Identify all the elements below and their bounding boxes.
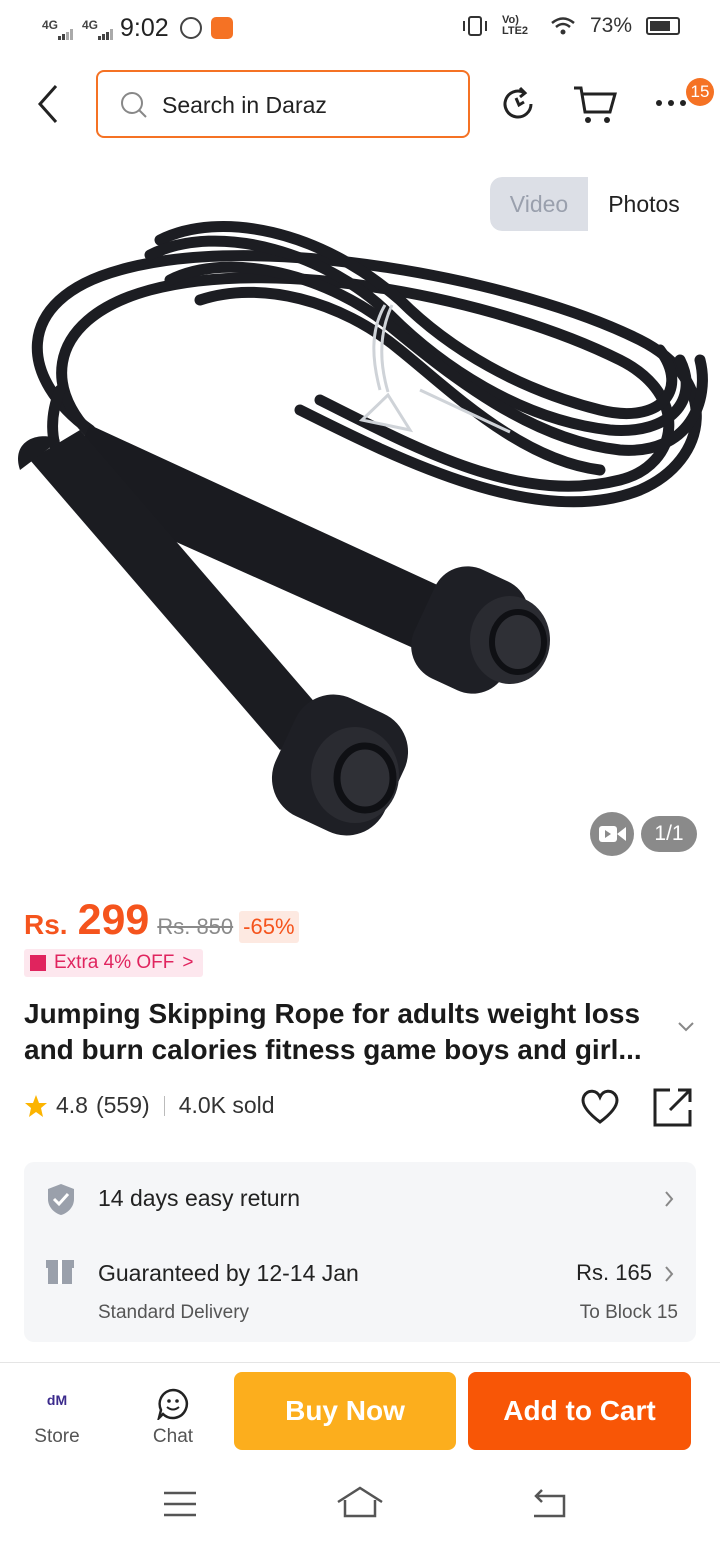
share-icon[interactable] xyxy=(652,1086,694,1128)
shield-check-icon xyxy=(48,1184,74,1215)
back-button[interactable] xyxy=(28,82,68,126)
delivery-type: Standard Delivery xyxy=(98,1302,250,1323)
whatsapp-icon xyxy=(180,17,202,39)
tab-photos[interactable]: Photos xyxy=(588,177,700,231)
package-icon xyxy=(46,1260,74,1284)
home-icon[interactable] xyxy=(336,1486,384,1518)
video-camera-icon xyxy=(599,826,626,842)
volte-label: Vo) LTE2 xyxy=(501,14,529,37)
battery-icon xyxy=(646,17,680,35)
voucher-label: Extra 4% OFF xyxy=(54,952,175,973)
store-logo-icon: dM xyxy=(46,1392,68,1408)
delivery-row[interactable]: Guaranteed by 12-14 Jan Standard Deliver… xyxy=(24,1238,696,1342)
signal-1-label: 4G xyxy=(42,18,59,32)
product-gallery[interactable]: Video Photos 1/1 xyxy=(0,160,720,870)
return-policy-text: 14 days easy return xyxy=(98,1185,301,1211)
current-price: 299 xyxy=(77,896,150,944)
media-toggle: Video Photos xyxy=(490,177,700,231)
cart-count-badge: 15 xyxy=(686,78,714,106)
store-button[interactable]: dM Store xyxy=(16,1386,98,1456)
chevron-right-icon xyxy=(665,1191,674,1207)
tab-video[interactable]: Video xyxy=(490,177,588,231)
service-card: 14 days easy return Guaranteed by 12-14 … xyxy=(24,1162,696,1342)
chevron-down-icon[interactable] xyxy=(678,1022,694,1032)
rating-value: 4.8 xyxy=(56,1092,88,1118)
back-nav-icon[interactable] xyxy=(530,1488,568,1518)
system-nav-bar xyxy=(0,1470,720,1544)
delivery-fee: Rs. 165 xyxy=(576,1260,652,1285)
menu-icon[interactable] xyxy=(162,1490,198,1518)
video-play-button[interactable] xyxy=(590,812,634,856)
product-image xyxy=(18,221,708,836)
cart-icon[interactable] xyxy=(572,84,618,126)
delivery-guarantee: Guaranteed by 12-14 Jan xyxy=(98,1260,359,1286)
original-price: Rs. 850 xyxy=(157,914,234,939)
chevron-right-icon xyxy=(665,1266,674,1282)
add-to-cart-button[interactable]: Add to Cart xyxy=(468,1372,691,1450)
history-icon[interactable] xyxy=(498,84,538,124)
daraz-app-icon xyxy=(211,17,233,39)
signal-2-label: 4G xyxy=(82,18,99,32)
currency: Rs. xyxy=(24,909,68,940)
divider xyxy=(0,1362,720,1363)
status-bar: 4G 4G 9:02 Vo) LTE2 73% xyxy=(0,0,720,58)
voucher-tag[interactable]: Extra 4% OFF > xyxy=(24,949,204,977)
more-icon[interactable] xyxy=(654,98,690,108)
wifi-icon xyxy=(551,17,575,35)
voucher-icon xyxy=(30,955,46,971)
sold-count: 4.0K sold xyxy=(178,1092,275,1118)
store-label: Store xyxy=(34,1426,80,1447)
chat-label: Chat xyxy=(152,1426,194,1447)
image-counter: 1/1 xyxy=(641,816,697,852)
signal-1-icon xyxy=(58,29,73,40)
star-icon xyxy=(25,1094,47,1117)
price-row: Rs. 299 Rs. 850 -65% xyxy=(24,896,299,945)
return-policy-row[interactable]: 14 days easy return xyxy=(24,1162,696,1238)
chat-icon xyxy=(157,1388,189,1420)
discount-badge: -65% xyxy=(239,911,299,943)
search-input[interactable]: Search in Daraz xyxy=(96,70,470,138)
divider xyxy=(163,1095,165,1116)
battery-percent: 73% xyxy=(589,14,632,37)
signal-2-icon xyxy=(98,29,113,40)
chevron-right-icon: > xyxy=(182,952,194,973)
delivery-location: To Block 15 xyxy=(579,1302,678,1323)
buy-now-button[interactable]: Buy Now xyxy=(234,1372,456,1450)
review-count: (559) xyxy=(95,1092,150,1118)
search-placeholder: Search in Daraz xyxy=(162,92,327,118)
rating-row[interactable]: 4.8 (559) 4.0K sold xyxy=(24,1092,275,1119)
wishlist-heart-icon[interactable] xyxy=(580,1088,620,1124)
vibrate-icon xyxy=(462,16,487,36)
product-title: Jumping Skipping Rope for adults weight … xyxy=(24,998,642,1065)
clock: 9:02 xyxy=(120,14,169,42)
search-icon xyxy=(121,92,147,118)
chat-button[interactable]: Chat xyxy=(132,1386,214,1456)
header: Search in Daraz 15 xyxy=(0,62,720,146)
